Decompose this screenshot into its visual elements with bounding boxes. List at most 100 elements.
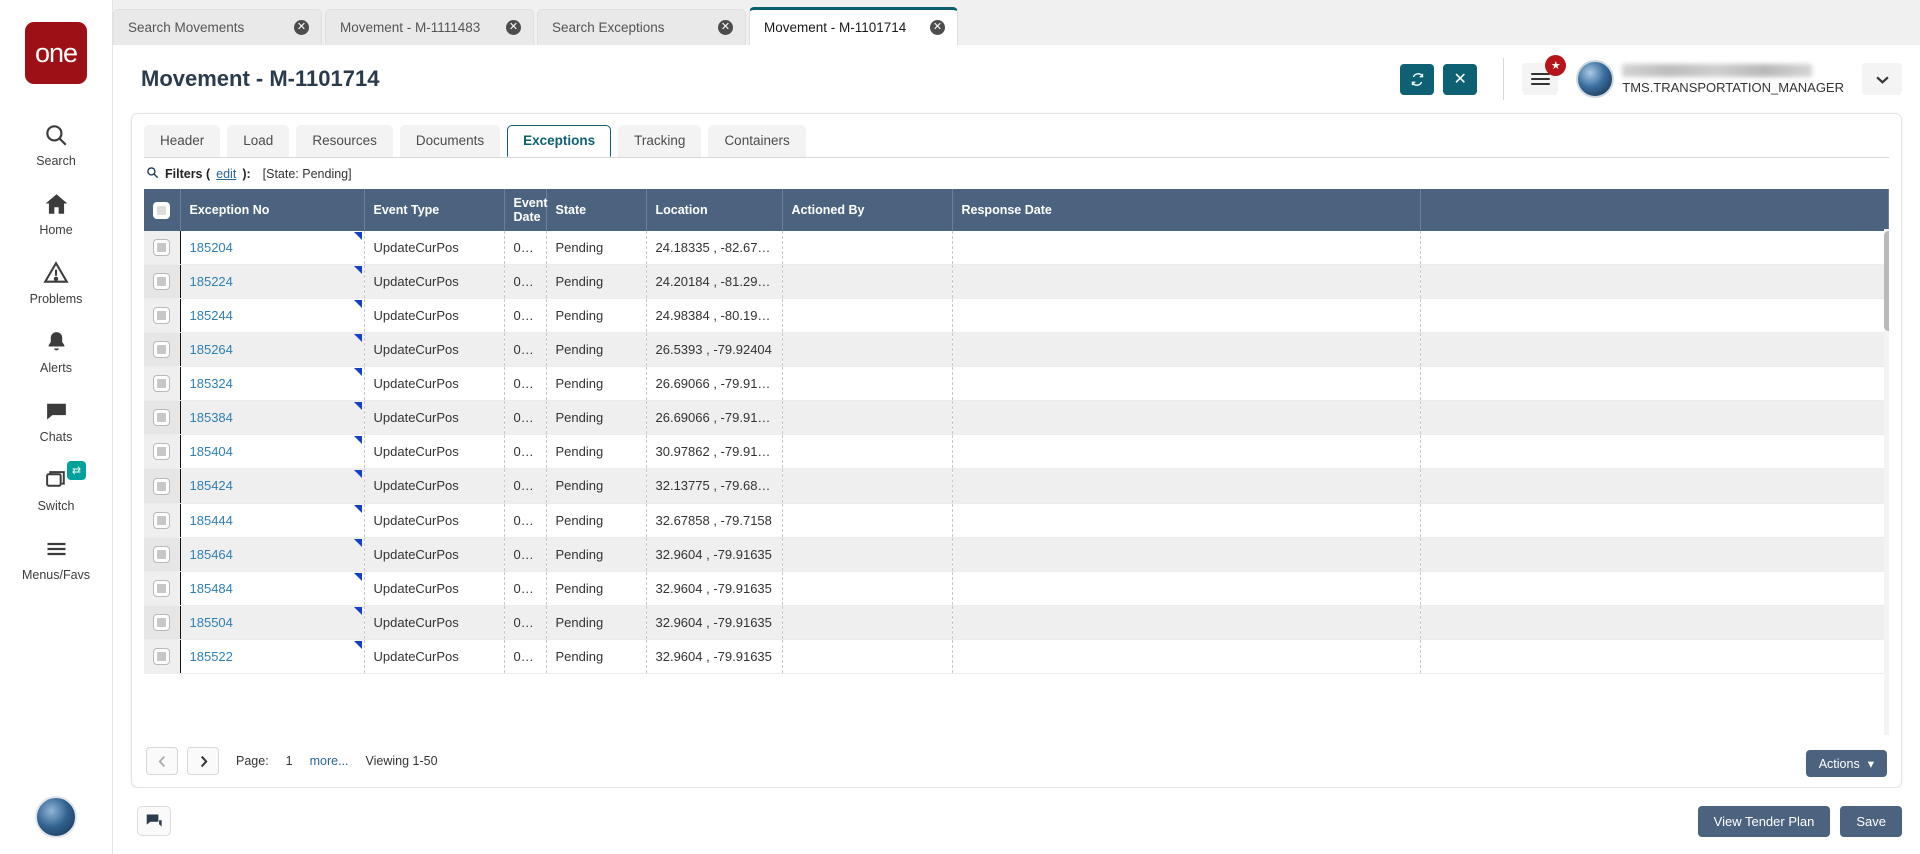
user-zone[interactable]: TMS.TRANSPORTATION_MANAGER [1576,60,1902,98]
row-checkbox[interactable] [153,511,171,529]
table-row[interactable]: 185444 UpdateCurPos04/07/23 04:23 CDTPend… [144,503,1889,538]
column-header-exception-no[interactable]: Exception No [180,189,365,231]
select-all-header[interactable] [144,189,181,231]
sidebar-item-chats[interactable]: Chats [0,384,112,453]
exception-no-link[interactable]: 185224 [190,274,233,289]
tab-documents[interactable]: Documents [399,125,501,157]
exception-no-link[interactable]: 185444 [190,513,233,528]
next-page-button[interactable] [187,747,219,775]
row-checkbox[interactable] [153,239,171,257]
row-select-cell[interactable] [144,400,180,436]
one-logo[interactable]: one [25,22,87,84]
table-row[interactable]: 185464 UpdateCurPos04/07/23 07:19 CDTPend… [144,537,1889,572]
table-row[interactable]: 185522 UpdateCurPos04/07/23 07:19 CDTPend… [144,639,1889,674]
cell-exception-no[interactable]: 185204 [179,231,365,266]
tab-exceptions[interactable]: Exceptions [507,125,612,157]
table-row[interactable]: 185424 UpdateCurPos04/06/23 22:17 CDTPend… [144,468,1889,504]
row-select-cell[interactable] [144,605,180,640]
sidebar-item-switch[interactable]: ⇄ Switch [0,453,112,522]
exception-no-link[interactable]: 185522 [190,649,233,664]
row-select-cell[interactable] [144,264,180,300]
cell-exception-no[interactable]: 185384 [179,400,365,436]
cell-exception-no[interactable]: 185224 [179,264,365,300]
exception-no-link[interactable]: 185484 [190,581,233,596]
column-header-actioned-by[interactable]: Actioned By [782,189,953,231]
close-icon[interactable]: ✕ [506,20,521,35]
row-select-cell[interactable] [144,639,180,674]
more-pages-link[interactable]: more... [310,754,349,768]
actions-button[interactable]: Actions ▾ [1805,750,1887,777]
row-select-cell[interactable] [144,571,180,606]
row-select-cell[interactable] [144,503,180,538]
row-checkbox[interactable] [153,647,171,665]
exception-no-link[interactable]: 185384 [190,410,233,425]
row-checkbox[interactable] [153,375,171,393]
browser-tab-search-exceptions[interactable]: Search Exceptions ✕ [537,9,746,45]
cell-exception-no[interactable]: 185324 [179,366,365,402]
row-checkbox[interactable] [153,579,171,597]
table-row[interactable]: 185244 UpdateCurPos04/05/23 15:49 CDTPend… [144,298,1889,334]
sidebar-item-home[interactable]: Home [0,177,112,246]
row-checkbox[interactable] [153,613,171,631]
table-row[interactable]: 185504 UpdateCurPos04/07/23 07:19 CDTPend… [144,605,1889,640]
cell-exception-no[interactable]: 185484 [179,571,365,606]
table-row[interactable]: 185484 UpdateCurPos04/07/23 07:19 CDTPend… [144,571,1889,606]
tab-containers[interactable]: Containers [708,125,806,157]
row-checkbox[interactable] [153,545,171,563]
row-select-cell[interactable] [144,298,180,334]
sidebar-item-problems[interactable]: Problems [0,246,112,315]
tab-header[interactable]: Header [144,125,221,157]
column-header-location[interactable]: Location [646,189,783,231]
close-icon[interactable]: ✕ [294,20,309,35]
row-select-cell[interactable] [144,231,180,266]
row-select-cell[interactable] [144,537,180,572]
view-tender-plan-button[interactable]: View Tender Plan [1697,805,1831,837]
row-select-cell[interactable] [144,332,180,368]
tab-resources[interactable]: Resources [296,125,393,157]
table-row[interactable]: 185264 UpdateCurPos04/05/23 22:23 CDTPend… [144,332,1889,368]
exception-no-link[interactable]: 185244 [190,308,233,323]
browser-tab-search-movements[interactable]: Search Movements ✕ [113,9,322,45]
cell-exception-no[interactable]: 185522 [179,639,365,674]
row-select-cell[interactable] [144,468,180,504]
cell-exception-no[interactable]: 185404 [179,434,365,470]
cell-exception-no[interactable]: 185464 [179,537,365,572]
cell-exception-no[interactable]: 185444 [179,503,365,538]
exception-no-link[interactable]: 185264 [190,342,233,357]
column-header-state[interactable]: State [546,189,647,231]
tab-load[interactable]: Load [227,125,290,157]
scrollbar-thumb[interactable] [1884,231,1889,331]
exception-no-link[interactable]: 185424 [190,478,233,493]
row-select-cell[interactable] [144,366,180,402]
cell-exception-no[interactable]: 185424 [179,468,365,504]
column-header-response-date[interactable]: Response Date [952,189,1421,231]
table-row[interactable]: 185384 UpdateCurPos04/05/23 22:59 CDTPend… [144,400,1889,436]
sidebar-item-search[interactable]: Search [0,108,112,177]
previous-page-button[interactable] [146,747,178,775]
column-header-event-type[interactable]: Event Type [364,189,505,231]
exception-no-link[interactable]: 185324 [190,376,233,391]
exception-no-link[interactable]: 185404 [190,444,233,459]
exception-no-link[interactable]: 185504 [190,615,233,630]
cell-exception-no[interactable]: 185504 [179,605,365,640]
sidebar-item-menus-favs[interactable]: Menus/Favs [0,522,112,591]
select-all-checkbox[interactable] [153,201,171,219]
filters-edit-link[interactable]: edit [216,167,236,181]
row-checkbox[interactable] [153,477,171,495]
close-icon[interactable]: ✕ [930,20,945,35]
sidebar-item-alerts[interactable]: Alerts [0,315,112,384]
row-checkbox[interactable] [153,443,171,461]
exception-no-link[interactable]: 185204 [190,240,233,255]
tab-tracking[interactable]: Tracking [618,125,702,157]
browser-tab-movement-1101714[interactable]: Movement - M-1101714 ✕ [749,7,958,45]
table-row[interactable]: 185204 UpdateCurPos04/05/23 04:05 CDTPend… [144,231,1889,266]
row-select-cell[interactable] [144,434,180,470]
column-header-event-date[interactable]: Event Date [504,189,548,231]
table-row[interactable]: 185324 UpdateCurPos04/05/23 22:59 CDTPend… [144,366,1889,402]
table-row[interactable]: 185224 UpdateCurPos04/05/23 10:07 CDTPend… [144,264,1889,300]
table-row[interactable]: 185404 UpdateCurPos04/06/23 16:01 CDTPend… [144,434,1889,470]
rail-avatar[interactable] [35,796,77,838]
save-button[interactable]: Save [1840,805,1902,837]
exception-no-link[interactable]: 185464 [190,547,233,562]
cell-exception-no[interactable]: 185244 [179,298,365,334]
